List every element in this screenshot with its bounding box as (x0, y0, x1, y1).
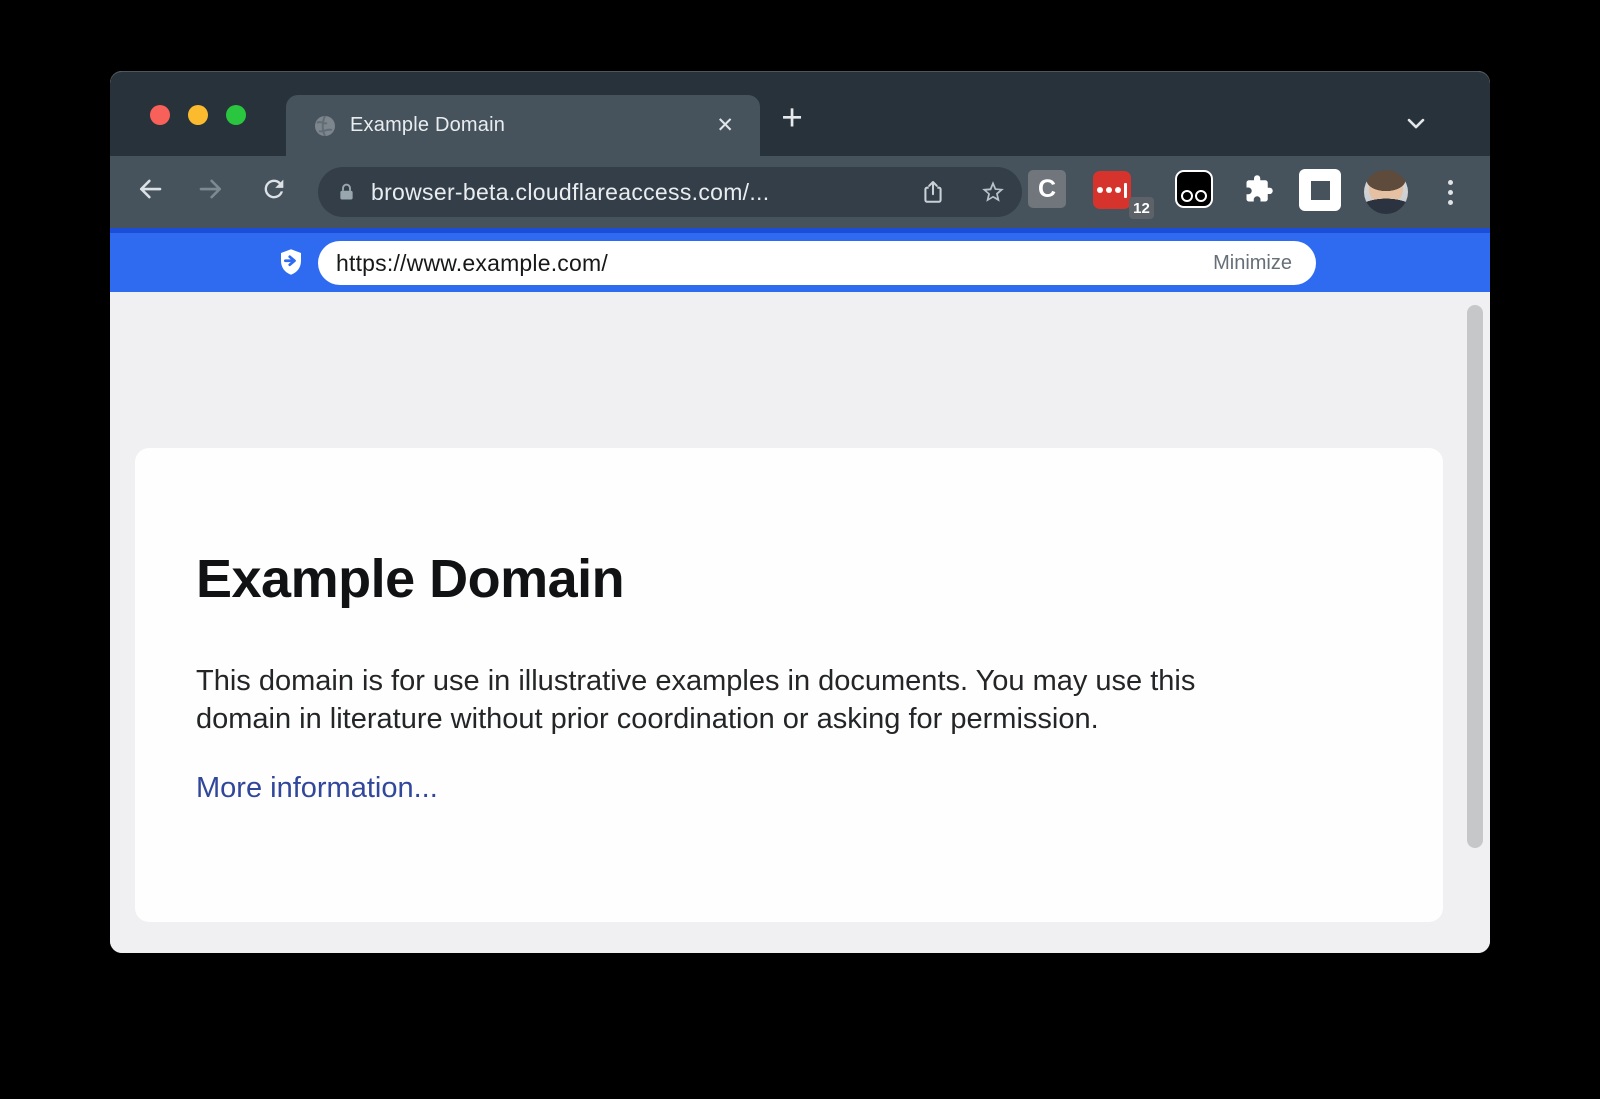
close-window-button[interactable] (150, 105, 170, 125)
tab-strip: Example Domain ✕ + (110, 71, 1490, 156)
isolation-url-value: https://www.example.com/ (336, 250, 608, 277)
extensions-puzzle-icon[interactable] (1240, 170, 1278, 208)
lock-icon (336, 182, 357, 203)
tab-close-icon[interactable]: ✕ (708, 111, 742, 140)
extension-two-circles-icon[interactable] (1175, 170, 1213, 208)
paragraph-line: This domain is for use in illustrative e… (196, 662, 1195, 700)
new-tab-button[interactable]: + (772, 99, 812, 139)
bookmark-star-icon[interactable] (980, 179, 1006, 205)
zoom-window-button[interactable] (226, 105, 246, 125)
share-icon[interactable] (920, 179, 946, 205)
address-bar[interactable]: browser-beta.cloudflareaccess.com/... (318, 167, 1022, 217)
address-bar-url: browser-beta.cloudflareaccess.com/... (371, 179, 769, 206)
extension-square-icon[interactable] (1299, 169, 1341, 211)
browser-window: Example Domain ✕ + (110, 71, 1490, 953)
content-card: Example Domain This domain is for use in… (135, 448, 1443, 922)
page-title: Example Domain (196, 548, 624, 610)
minimize-bar-button[interactable]: Minimize (1213, 252, 1292, 275)
browser-toolbar: browser-beta.cloudflareaccess.com/... C … (110, 156, 1490, 228)
tab-title: Example Domain (350, 114, 505, 137)
page-paragraph: This domain is for use in illustrative e… (196, 662, 1195, 738)
page-viewport: Example Domain This domain is for use in… (110, 292, 1490, 953)
globe-favicon-icon (314, 115, 336, 137)
paragraph-line: domain in literature without prior coord… (196, 700, 1195, 738)
extension-c-icon[interactable]: C (1028, 170, 1066, 208)
tab-search-chevron-icon[interactable] (1402, 109, 1430, 137)
isolation-url-input[interactable]: https://www.example.com/ Minimize (318, 241, 1316, 285)
minimize-window-button[interactable] (188, 105, 208, 125)
window-controls (150, 105, 246, 125)
profile-avatar[interactable] (1364, 170, 1408, 214)
lastpass-extension-icon[interactable]: 12 (1093, 171, 1131, 209)
back-button[interactable] (132, 171, 168, 207)
extension-badge-count: 12 (1129, 197, 1154, 219)
forward-button[interactable] (193, 171, 229, 207)
tab-example-domain[interactable]: Example Domain ✕ (286, 95, 760, 156)
browser-menu-icon[interactable] (1444, 176, 1457, 209)
vertical-scrollbar[interactable] (1467, 305, 1483, 848)
more-information-link[interactable]: More information... (196, 772, 438, 805)
reload-button[interactable] (256, 171, 292, 207)
shield-icon (276, 247, 306, 277)
isolation-url-bar: https://www.example.com/ Minimize (110, 228, 1490, 292)
